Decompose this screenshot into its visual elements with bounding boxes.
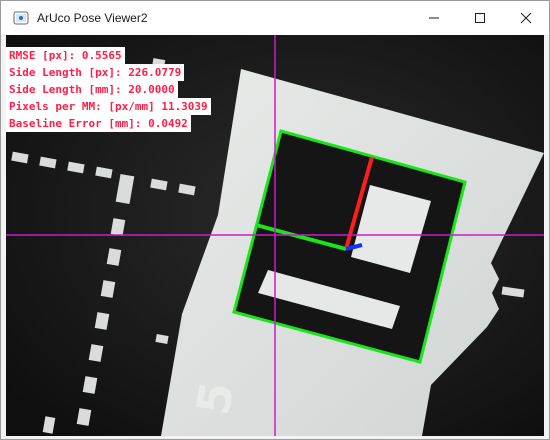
side-length-px-readout: Side Length [px]: 226.0779: [6, 64, 185, 81]
app-icon: [13, 11, 29, 25]
minimize-icon: [429, 17, 439, 19]
app-window: ArUco Pose Viewer2 5 RMSE [px]: 0.5565 S…: [0, 0, 550, 440]
side-length-mm-readout: Side Length [mm]: 20.0000: [6, 81, 178, 98]
pose-stats-overlay: RMSE [px]: 0.5565 Side Length [px]: 226.…: [6, 47, 211, 132]
minimize-button[interactable]: [411, 1, 457, 35]
window-controls: [411, 1, 549, 35]
camera-viewport[interactable]: 5 RMSE [px]: 0.5565 Side Length [px]: 22…: [6, 35, 544, 436]
rmse-readout: RMSE [px]: 0.5565: [6, 47, 125, 64]
baseline-error-readout: Baseline Error [mm]: 0.0492: [6, 115, 191, 132]
close-icon: [520, 12, 532, 24]
maximize-icon: [475, 13, 485, 23]
maximize-button[interactable]: [457, 1, 503, 35]
window-title: ArUco Pose Viewer2: [37, 11, 148, 25]
close-button[interactable]: [503, 1, 549, 35]
pixels-per-mm-readout: Pixels per MM: [px/mm] 11.3039: [6, 98, 211, 115]
title-bar[interactable]: ArUco Pose Viewer2: [1, 1, 549, 36]
